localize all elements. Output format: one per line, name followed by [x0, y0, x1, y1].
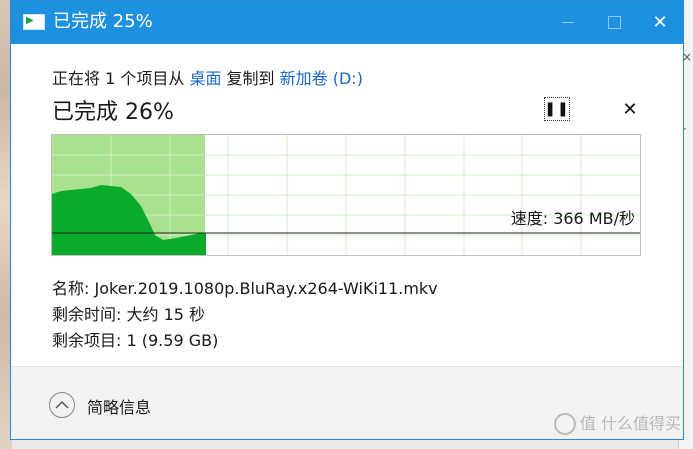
copy-middle: 复制到	[221, 69, 280, 88]
items-label: 剩余项目:	[52, 331, 127, 350]
collapse-button[interactable]	[49, 392, 75, 418]
close-icon: ✕	[652, 12, 668, 33]
time-value: 大约 15 秒	[126, 305, 206, 324]
cancel-button[interactable]: ✕	[619, 97, 641, 121]
minimize-button[interactable]	[545, 1, 591, 44]
name-value: Joker.2019.1080p.BluRay.x264-WiKi11.mkv	[94, 279, 438, 298]
copy-progress-dialog: ▶ 已完成 25% ✕ 正在将 1 个项目从 桌面 复制到 新加卷 (D:) 已…	[10, 0, 684, 440]
collapse-label[interactable]: 简略信息	[87, 394, 151, 418]
maximize-icon	[607, 16, 621, 29]
name-label: 名称:	[52, 279, 95, 298]
speed-graph: 速度: 366 MB/秒	[51, 134, 641, 256]
window-title: 已完成 25%	[53, 11, 153, 32]
copy-prefix: 正在将 1 个项目从	[52, 69, 190, 88]
watermark-text: 值 什么值得买	[579, 413, 681, 433]
destination-link[interactable]: 新加卷 (D:)	[280, 69, 363, 88]
copy-arrow-icon: ▶	[26, 15, 34, 26]
close-window-button[interactable]: ✕	[637, 1, 683, 44]
titlebar[interactable]: ▶ 已完成 25% ✕	[11, 1, 683, 44]
detail-items: 剩余项目: 1 (9.59 GB)	[52, 327, 218, 351]
source-link[interactable]: 桌面	[189, 69, 221, 88]
minimize-icon	[562, 22, 574, 23]
detail-time: 剩余时间: 大约 15 秒	[52, 301, 205, 325]
copy-description: 正在将 1 个项目从 桌面 复制到 新加卷 (D:)	[52, 65, 363, 89]
pause-icon: ❚❚	[544, 101, 570, 117]
chevron-up-icon	[55, 400, 69, 409]
close-icon: ✕	[622, 98, 638, 120]
time-label: 剩余时间:	[52, 305, 127, 324]
detail-name: 名称: Joker.2019.1080p.BluRay.x264-WiKi11.…	[52, 275, 438, 299]
watermark-logo-icon	[553, 413, 576, 435]
pause-button[interactable]: ❚❚	[544, 97, 570, 121]
items-value: 1 (9.59 GB)	[126, 331, 219, 350]
maximize-button[interactable]	[591, 1, 637, 44]
watermark: 值 什么值得买	[553, 410, 681, 435]
copy-file-icon: ▶	[23, 14, 45, 30]
progress-title: 已完成 26%	[52, 100, 174, 125]
speed-label: 速度: 366 MB/秒	[511, 209, 635, 228]
